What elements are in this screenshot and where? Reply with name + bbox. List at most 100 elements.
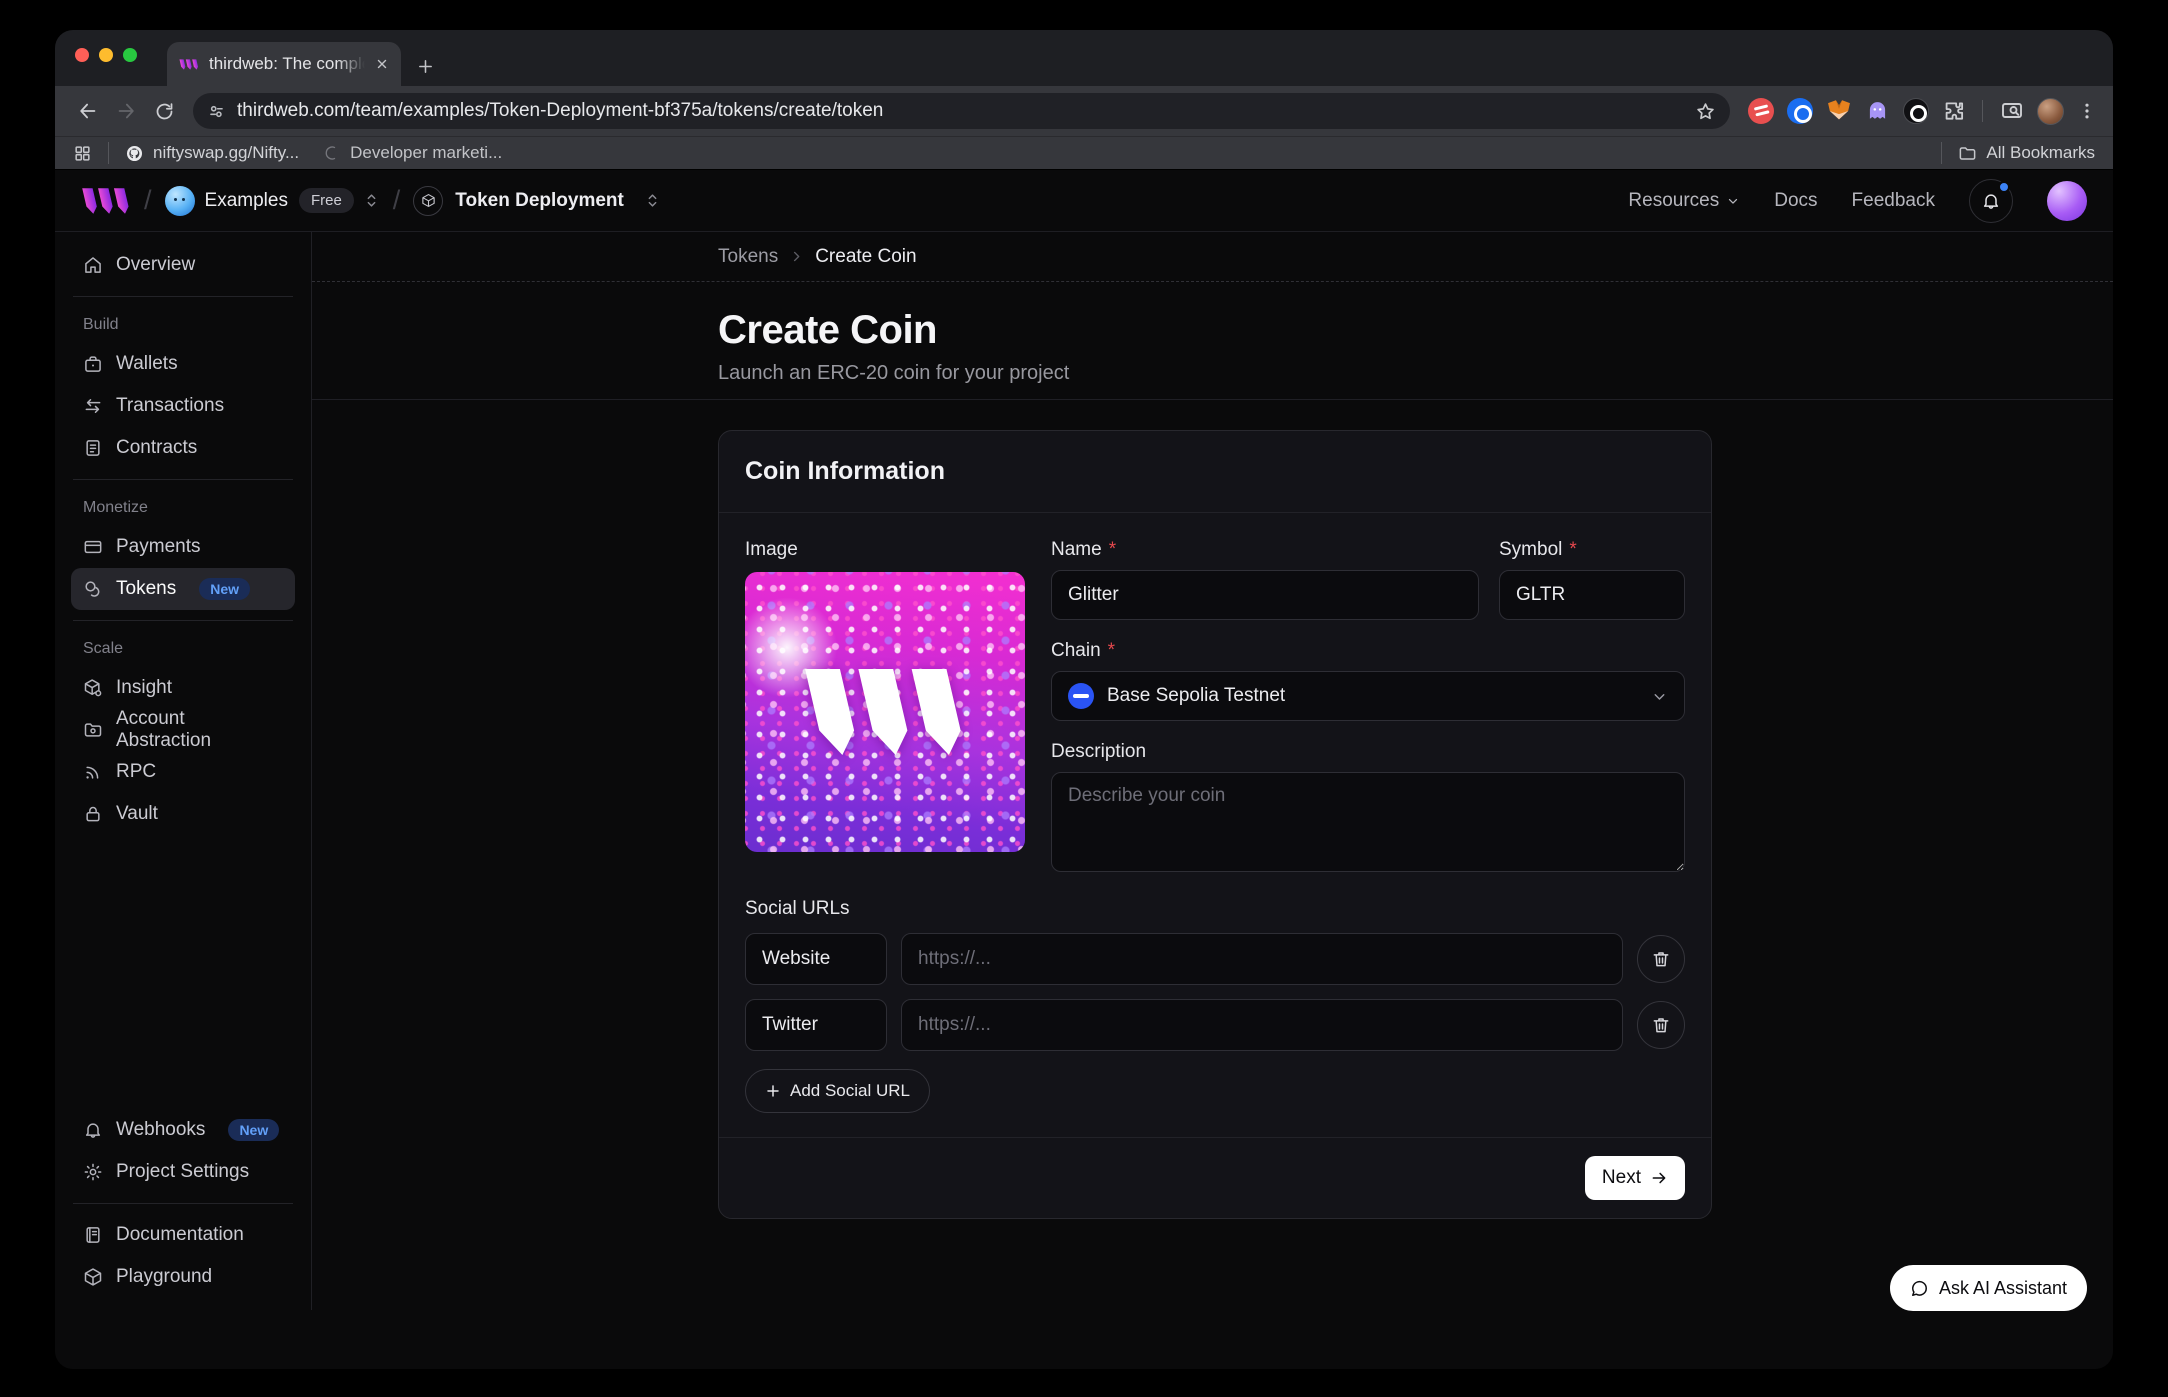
phantom-extension-icon[interactable]: [1865, 99, 1890, 124]
bookmark-item[interactable]: Developer marketi...: [325, 143, 502, 163]
breadcrumb-create-coin: Create Coin: [815, 246, 916, 268]
name-input[interactable]: [1051, 570, 1479, 620]
chain-value: Base Sepolia Testnet: [1107, 685, 1638, 707]
forward-button[interactable]: [109, 94, 143, 128]
main-area: Tokens Create Coin Create Coin Launch an…: [312, 232, 2113, 1310]
browser-tab[interactable]: thirdweb: The complete web3: [167, 42, 401, 86]
sidebar-item-overview[interactable]: Overview: [71, 244, 295, 286]
extensions-puzzle-icon[interactable]: [1942, 100, 1965, 123]
team-switcher-icon[interactable]: [363, 192, 380, 209]
forward-arrow-icon: [115, 100, 137, 122]
add-social-url-button[interactable]: Add Social URL: [745, 1069, 930, 1113]
sidebar-divider: [73, 296, 293, 297]
contract-icon: [83, 438, 103, 458]
sidebar-item-project-settings[interactable]: Project Settings: [71, 1151, 295, 1193]
project-icon: [413, 186, 443, 216]
project-name[interactable]: Token Deployment: [455, 190, 624, 212]
sidebar-item-insight[interactable]: Insight: [71, 667, 295, 709]
sidebar-item-rpc[interactable]: RPC: [71, 751, 295, 793]
tab-strip: thirdweb: The complete web3: [55, 30, 2113, 86]
card-header: Coin Information: [719, 431, 1711, 513]
coin-information-card: Coin Information Image: [718, 430, 1712, 1219]
sidebar-item-vault[interactable]: Vault: [71, 793, 295, 835]
nav-docs[interactable]: Docs: [1774, 190, 1817, 212]
social-url-input[interactable]: [901, 999, 1623, 1051]
sidebar-item-label: Webhooks: [116, 1119, 205, 1141]
sidebar-item-label: Overview: [116, 254, 195, 276]
content-area: Coin Information Image: [312, 400, 2113, 1310]
sidebar-item-account-abstraction[interactable]: Account Abstraction: [71, 709, 295, 751]
sidebar-item-webhooks[interactable]: Webhooks New: [71, 1109, 295, 1151]
sidebar-item-contracts[interactable]: Contracts: [71, 427, 295, 469]
bookmark-item[interactable]: niftyswap.gg/Nifty...: [125, 143, 299, 163]
sidebar-item-payments[interactable]: Payments: [71, 526, 295, 568]
team-avatar[interactable]: [165, 186, 195, 216]
description-textarea[interactable]: [1051, 772, 1685, 872]
sidebar-item-documentation[interactable]: Documentation: [71, 1214, 295, 1256]
app-header: / Examples Free / Token Deployment Resou…: [55, 170, 2113, 232]
next-button[interactable]: Next: [1585, 1156, 1685, 1200]
browser-menu-icon[interactable]: [2077, 101, 2097, 121]
social-platform-value: Twitter: [762, 1014, 818, 1036]
chevron-down-icon: [1651, 688, 1668, 705]
delete-social-url-button[interactable]: [1637, 1001, 1685, 1049]
new-badge: New: [199, 578, 250, 600]
new-tab-button[interactable]: [417, 58, 434, 75]
nav-feedback-label: Feedback: [1852, 190, 1935, 212]
social-platform-value: Website: [762, 948, 830, 970]
ask-ai-assistant-button[interactable]: Ask AI Assistant: [1890, 1265, 2087, 1311]
sidebar-item-label: Documentation: [116, 1224, 244, 1246]
image-label: Image: [745, 539, 1025, 561]
delete-social-url-button[interactable]: [1637, 935, 1685, 983]
minimize-window-button[interactable]: [99, 48, 113, 62]
extension-dark-icon[interactable]: [1903, 98, 1929, 124]
sidebar-item-transactions[interactable]: Transactions: [71, 385, 295, 427]
chain-select[interactable]: Base Sepolia Testnet: [1051, 671, 1685, 721]
sidebar-item-playground[interactable]: Playground: [71, 1256, 295, 1298]
user-avatar[interactable]: [2047, 181, 2087, 221]
project-switcher-icon[interactable]: [644, 192, 661, 209]
sidebar-item-tokens[interactable]: Tokens New: [71, 568, 295, 610]
apps-grid-icon[interactable]: [73, 144, 92, 163]
tab-close-icon[interactable]: [375, 57, 389, 71]
nav-feedback[interactable]: Feedback: [1852, 190, 1935, 212]
extension-red-icon[interactable]: [1748, 98, 1774, 124]
social-url-input[interactable]: [901, 933, 1623, 985]
site-info-icon[interactable]: [207, 102, 226, 121]
browser-toolbar: thirdweb.com/team/examples/Token-Deploym…: [55, 86, 2113, 136]
screenshot-stage: thirdweb: The complete web3 thirdweb.com…: [0, 0, 2168, 1397]
bookmark-star-icon[interactable]: [1695, 101, 1716, 122]
header-right: Resources Docs Feedback: [1628, 179, 2087, 223]
sidebar-item-wallets[interactable]: Wallets: [71, 343, 295, 385]
extension-blue-icon[interactable]: [1787, 98, 1813, 124]
toolbar-divider: [1982, 100, 1983, 122]
back-button[interactable]: [71, 94, 105, 128]
social-url-row: Website: [745, 933, 1685, 985]
reload-button[interactable]: [147, 94, 181, 128]
image-column: Image: [745, 539, 1025, 872]
symbol-input[interactable]: [1499, 570, 1685, 620]
social-platform-select[interactable]: Website: [745, 933, 887, 985]
add-social-url-label: Add Social URL: [790, 1081, 910, 1101]
team-name[interactable]: Examples: [205, 190, 288, 212]
github-favicon-icon: [125, 144, 144, 163]
chevron-down-icon: [1726, 194, 1740, 208]
notifications-button[interactable]: [1969, 179, 2013, 223]
all-bookmarks-button[interactable]: All Bookmarks: [1958, 143, 2095, 163]
coin-image-upload[interactable]: [745, 572, 1025, 852]
browser-profile-avatar[interactable]: [2037, 98, 2064, 125]
tab-search-icon[interactable]: [2000, 99, 2024, 123]
nav-resources-label: Resources: [1628, 190, 1719, 212]
social-platform-select[interactable]: Twitter: [745, 999, 887, 1051]
extension-icons: [1748, 98, 2097, 125]
url-bar[interactable]: thirdweb.com/team/examples/Token-Deploym…: [193, 93, 1730, 129]
metamask-extension-icon[interactable]: [1826, 99, 1852, 124]
maximize-window-button[interactable]: [123, 48, 137, 62]
back-arrow-icon: [77, 100, 99, 122]
thirdweb-logo[interactable]: [81, 186, 131, 216]
insight-cube-icon: [83, 678, 103, 698]
breadcrumb-tokens[interactable]: Tokens: [718, 246, 778, 268]
sidebar-section-build: Build: [83, 316, 283, 334]
nav-resources[interactable]: Resources: [1628, 190, 1740, 212]
close-window-button[interactable]: [75, 48, 89, 62]
